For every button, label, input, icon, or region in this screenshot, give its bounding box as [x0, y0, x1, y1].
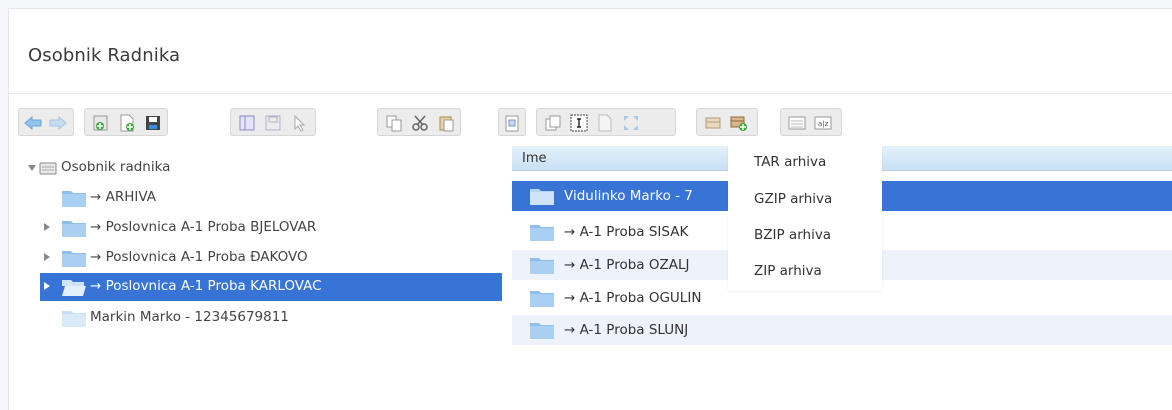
tree-item-label: → Poslovnica A-1 Proba ĐAKOVO: [90, 249, 308, 265]
grid-cell-name: Vidulinko Marko - 7: [564, 188, 693, 204]
sort-az-icon[interactable]: a|z: [813, 113, 833, 133]
menu-item-gzip[interactable]: GZIP arhiva: [754, 191, 832, 207]
forward-icon[interactable]: [48, 113, 68, 133]
save-icon[interactable]: [143, 113, 163, 133]
svg-text:a|z: a|z: [818, 120, 829, 128]
title-divider: [9, 93, 1172, 94]
archive-icon[interactable]: [703, 113, 723, 133]
page-title: Osobnik Radnika: [28, 45, 181, 66]
copy-icon[interactable]: [384, 113, 404, 133]
paste-icon[interactable]: [436, 113, 456, 133]
toolbar-group-layout: a|z: [780, 108, 842, 136]
tree-item-dakovo[interactable]: → Poslovnica A-1 Proba ĐAKOVO: [24, 244, 506, 272]
duplicate-icon[interactable]: [543, 113, 563, 133]
expand-arrow-icon[interactable]: [44, 253, 50, 261]
expand-arrow-icon[interactable]: [44, 282, 50, 290]
tree-item-arhiva[interactable]: → ARHIVA: [24, 184, 506, 212]
folder-icon: [530, 258, 554, 274]
tree-item-label: → Poslovnica A-1 Proba BJELOVAR: [90, 219, 317, 235]
pointer-icon[interactable]: [289, 113, 309, 133]
folder-icon: [530, 291, 554, 307]
folder-icon: [530, 323, 554, 339]
tree-item-karlovac[interactable]: → Poslovnica A-1 Proba KARLOVAC: [40, 273, 502, 301]
toolbar-group-single: [498, 108, 526, 136]
tree-item-bjelovar[interactable]: → Poslovnica A-1 Proba BJELOVAR: [24, 214, 506, 242]
resize-icon[interactable]: [621, 113, 641, 133]
expand-arrow-icon[interactable]: [44, 223, 50, 231]
toolbar-group-edit: [536, 108, 676, 136]
collapse-arrow-icon[interactable]: [28, 165, 36, 171]
toolbar-group-view: [230, 108, 316, 136]
list-view-icon[interactable]: [787, 113, 807, 133]
drive-icon: [39, 162, 57, 179]
tree-item-label: → Poslovnica A-1 Proba KARLOVAC: [90, 278, 322, 294]
open-folder-icon: [62, 280, 86, 296]
rename-icon[interactable]: [569, 113, 589, 133]
menu-item-zip[interactable]: ZIP arhiva: [754, 263, 822, 279]
tree-item-markin[interactable]: Markin Marko - 12345679811: [24, 304, 506, 332]
toolbar-group-navigation: [18, 108, 74, 136]
tree-root[interactable]: Osobnik radnika: [24, 154, 506, 182]
archive-context-menu: TAR arhiva GZIP arhiva BZIP arhiva ZIP a…: [728, 146, 882, 291]
menu-item-tar[interactable]: TAR arhiva: [754, 154, 826, 170]
grid-cell-name: → A-1 Proba OGULIN: [564, 290, 702, 306]
clipboard-icon[interactable]: [502, 113, 522, 133]
folder-icon: [530, 189, 554, 205]
tree-item-label: → ARHIVA: [90, 189, 156, 205]
folder-icon: [62, 221, 86, 237]
tree-root-label: Osobnik radnika: [61, 159, 171, 175]
grid-row[interactable]: → A-1 Proba SLUNJ: [512, 315, 1172, 345]
extract-icon[interactable]: [729, 113, 749, 133]
toolbar-group-clipboard: [377, 108, 461, 136]
cut-icon[interactable]: [410, 113, 430, 133]
grid-cell-name: → A-1 Proba OZALJ: [564, 257, 690, 273]
toolbar-group-file: [84, 108, 168, 136]
back-icon[interactable]: [23, 113, 43, 133]
column-header-label: Ime: [522, 151, 547, 166]
folder-icon: [62, 191, 86, 207]
grid-cell-name: → A-1 Proba SISAK: [564, 224, 689, 240]
folder-icon: [62, 251, 86, 267]
save-disabled-icon[interactable]: [263, 113, 283, 133]
folder-icon: [530, 225, 554, 241]
edit-icon[interactable]: [595, 113, 615, 133]
new-folder-icon[interactable]: [91, 113, 111, 133]
properties-icon[interactable]: [237, 113, 257, 133]
folder-icon: [62, 311, 86, 327]
new-document-icon[interactable]: [117, 113, 137, 133]
grid-cell-name: → A-1 Proba SLUNJ: [564, 322, 689, 338]
toolbar-group-archive: [696, 108, 758, 136]
menu-item-bzip[interactable]: BZIP arhiva: [754, 227, 831, 243]
tree-item-label: Markin Marko - 12345679811: [90, 309, 289, 325]
